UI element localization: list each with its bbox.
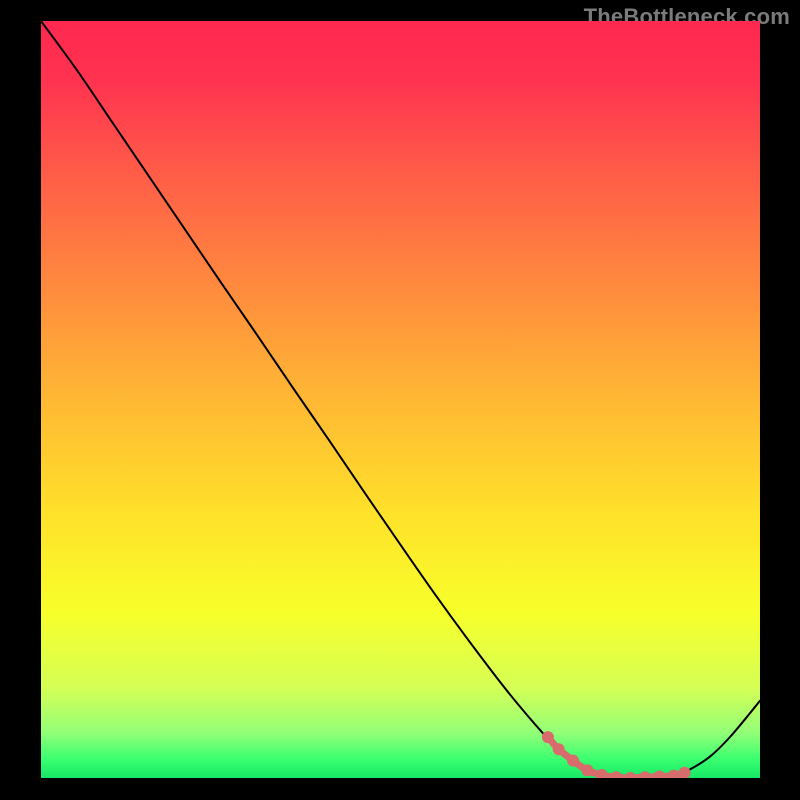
bottleneck-chart: [41, 21, 760, 778]
highlight-dot: [581, 764, 593, 776]
highlight-dot: [553, 743, 565, 755]
highlight-dot: [542, 731, 554, 743]
highlight-dot: [567, 755, 579, 767]
chart-background-gradient: [41, 21, 760, 778]
chart-stage: TheBottleneck.com: [0, 0, 800, 800]
chart-svg: [41, 21, 760, 778]
